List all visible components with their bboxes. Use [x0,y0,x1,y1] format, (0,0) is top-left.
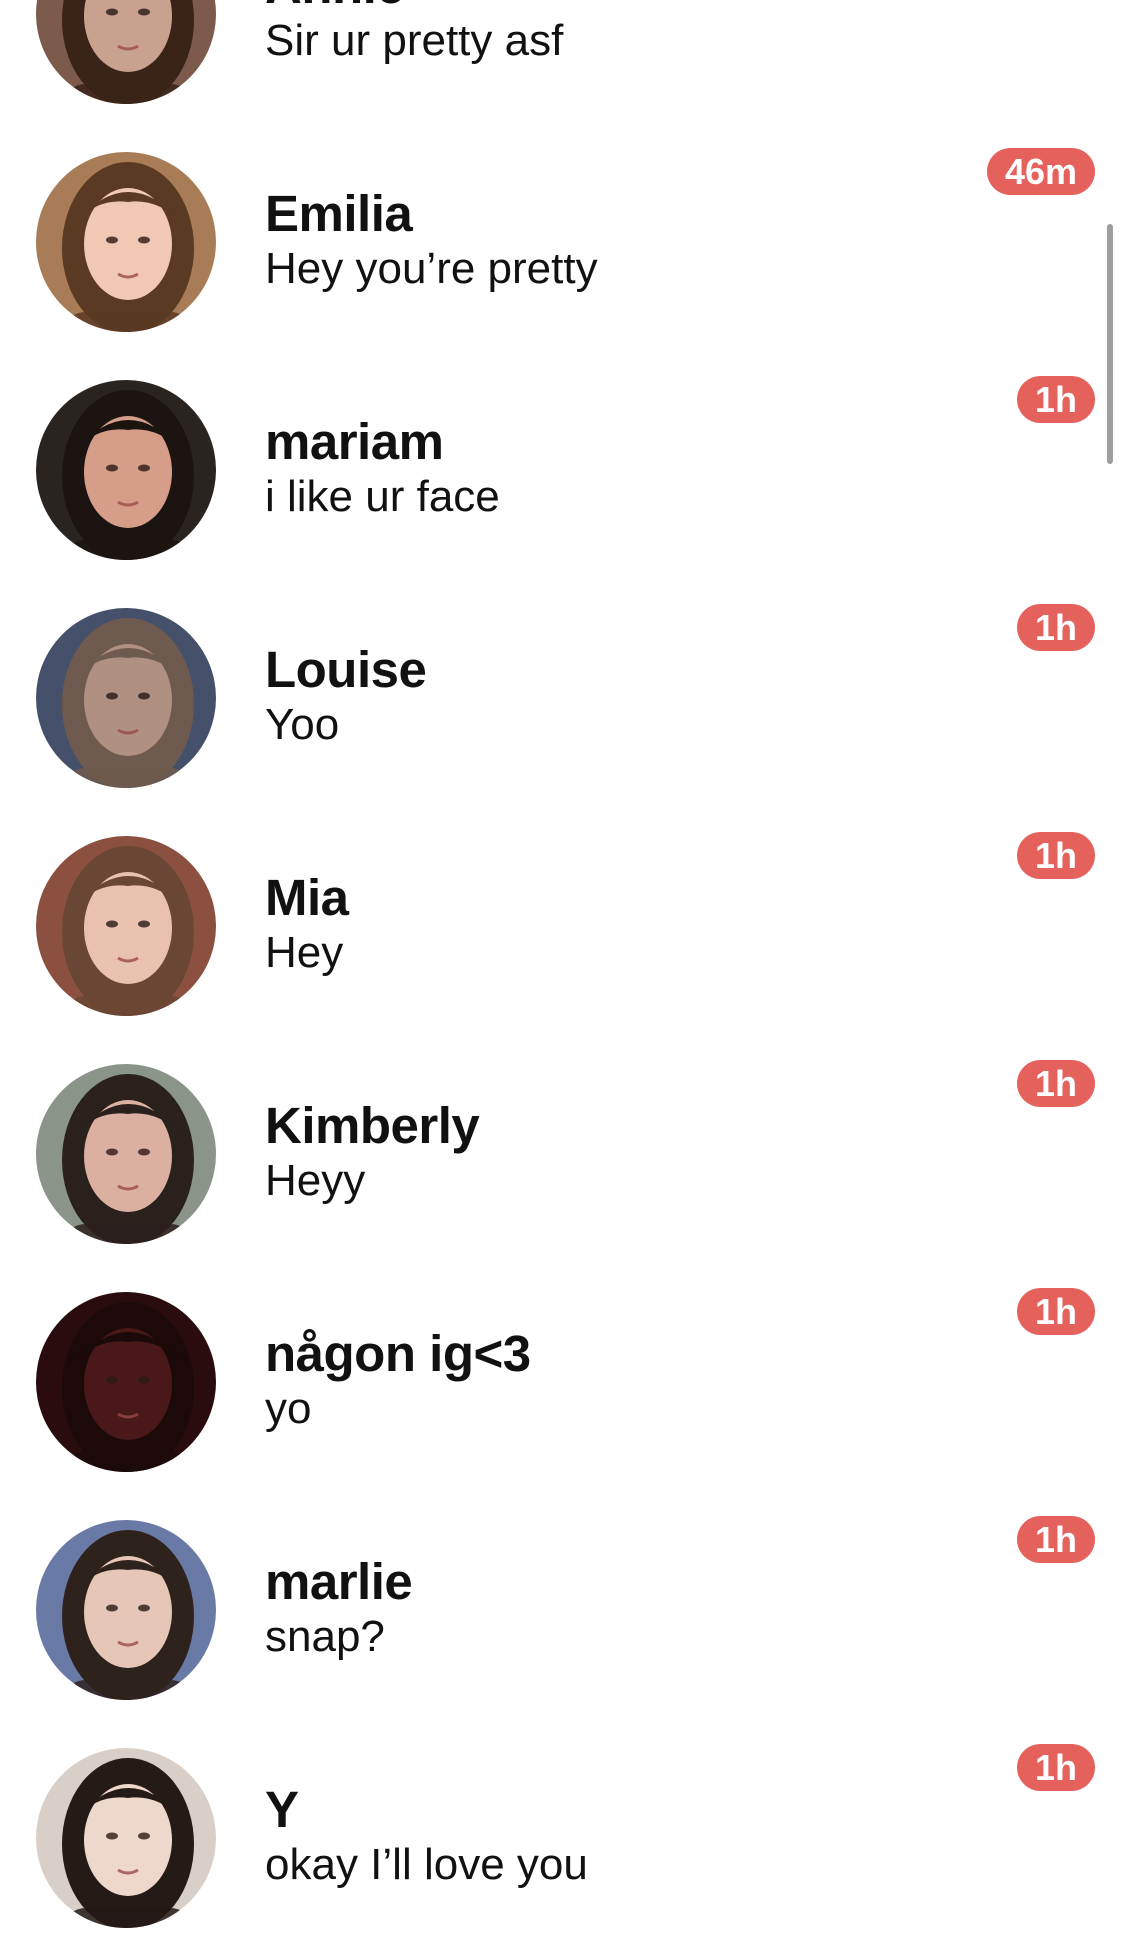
time-badge: 1h [1016,1516,1095,1563]
conversation-row[interactable]: mariam i like ur face 1h [0,355,1125,583]
time-badge: 1h [1016,1288,1095,1335]
message-preview: yo [265,1384,312,1433]
time-badge: 1h [1016,1060,1095,1107]
message-preview: Sir ur pretty asf [265,16,564,65]
conversation-row[interactable]: någon ig<3 yo 1h [0,1267,1125,1495]
conversation-row[interactable]: Kimberly Heyy 1h [0,1039,1125,1267]
conversation-row[interactable]: Emilia Hey you’re pretty 46m [0,127,1125,355]
conversation-row[interactable]: Louise Yoo 1h [0,583,1125,811]
message-preview: Hey [265,928,344,977]
time-badge: 1h [1016,832,1095,879]
conversation-row[interactable]: Yokay I’ll love you 1h [0,1723,1125,1951]
contact-name: marlie [265,1553,413,1610]
message-preview: okay I’ll love you [265,1840,588,1889]
contact-name: någon ig<3 [265,1325,531,1382]
scrollbar[interactable] [1107,224,1113,464]
nagon-avatar[interactable] [36,1292,216,1472]
marlie-avatar[interactable] [36,1520,216,1700]
time-badge: 1h [1016,376,1095,423]
contact-name: Emilia [265,185,413,242]
contact-name: Kimberly [265,1097,480,1154]
y-avatar[interactable] [36,1748,216,1928]
conversation-row[interactable]: AnnieSir ur pretty asf [0,0,1125,127]
kimberly-avatar[interactable] [36,1064,216,1244]
contact-name: Mia [265,869,349,926]
conversation-row[interactable]: Mia Hey 1h [0,811,1125,1039]
contact-name: Annie [265,0,405,15]
message-preview: snap? [265,1612,385,1661]
message-preview: Heyy [265,1156,366,1205]
message-preview: Yoo [265,700,340,749]
annie-avatar[interactable] [36,0,216,104]
time-badge: 1h [1016,1744,1095,1791]
mia-avatar[interactable] [36,836,216,1016]
message-preview: i like ur face [265,472,500,521]
emilia-avatar[interactable] [36,152,216,332]
contact-name: Y [265,1781,299,1838]
contact-name: Louise [265,641,427,698]
mariam-avatar[interactable] [36,380,216,560]
conversation-row[interactable]: marlie snap? 1h [0,1495,1125,1723]
conversation-list: AnnieSir ur pretty asfEmiliaHey you’re p… [0,0,1125,1951]
louise-avatar[interactable] [36,608,216,788]
time-badge: 1h [1016,604,1095,651]
time-badge: 46m [986,148,1095,195]
contact-name: mariam [265,413,444,470]
message-preview: Hey you’re pretty [265,244,598,293]
